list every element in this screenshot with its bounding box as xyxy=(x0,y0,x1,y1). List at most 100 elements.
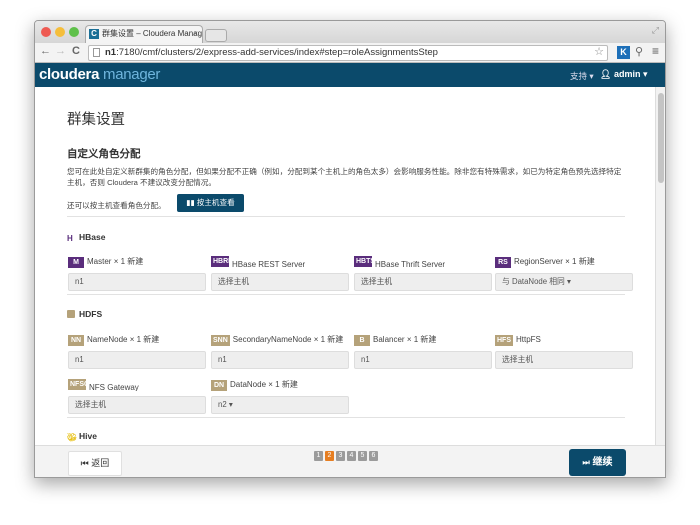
role-count: × 1 新建 xyxy=(129,335,160,344)
service-name: HBase xyxy=(79,232,106,242)
role-label: Balancer xyxy=(373,335,405,344)
maximize-window-button[interactable] xyxy=(69,27,79,37)
host-select[interactable]: 选择主机 xyxy=(354,273,492,291)
continue-label: 继续 xyxy=(592,457,613,468)
cloudera-favicon-icon: C xyxy=(89,29,99,39)
role-label: DataNode xyxy=(230,380,267,389)
role-badge: SNN xyxy=(211,335,230,346)
address-bar-row: ← → C n1:7180/cmf/clusters/2/express-add… xyxy=(35,43,665,63)
logo-text-manager: manager xyxy=(103,66,161,83)
main-content: 群集设置 自定义角色分配 您可在此处自定义新群集的角色分配，但如果分配不正确（例… xyxy=(35,87,657,445)
role-badge: NFSG xyxy=(68,379,86,390)
role-hdfs-namenode: NN NameNode × 1 新建 n1 xyxy=(68,334,206,369)
service-name: Hive xyxy=(79,431,97,441)
role-label: Master xyxy=(87,257,112,266)
browser-window: C 群集设置 – Cloudera Manag × ⤢ ← → C n1:7180/… xyxy=(34,20,666,478)
host-select[interactable]: n1 xyxy=(68,351,206,369)
logo-text-cloudera: cloudera xyxy=(39,66,100,83)
scrollbar[interactable] xyxy=(655,87,665,445)
role-hdfs-secondarynamenode: SNN SecondaryNameNode × 1 新建 n1 xyxy=(211,334,349,369)
browser-tab[interactable]: C 群集设置 – Cloudera Manag × xyxy=(85,25,203,43)
back-arrow-icon[interactable]: ← xyxy=(40,45,51,57)
user-icon: 👤︎ xyxy=(600,69,612,79)
support-menu[interactable]: 支持 ▾ xyxy=(570,70,594,82)
role-label: RegionServer xyxy=(514,257,563,266)
role-hbase-rest: HBREHBase REST Server 选择主机 xyxy=(211,256,349,291)
step-6[interactable]: 6 xyxy=(369,451,378,461)
skip-back-icon: ⏮︎ xyxy=(80,458,89,468)
minimize-window-button[interactable] xyxy=(55,27,65,37)
url-input[interactable]: n1:7180/cmf/clusters/2/express-add-servi… xyxy=(88,45,608,61)
view-by-host-label: 按主机查看 xyxy=(196,198,235,207)
top-navbar: cloudera manager 支持 ▾ 👤︎ admin ▾ xyxy=(35,63,665,87)
cloudera-manager-logo[interactable]: cloudera manager xyxy=(39,66,160,83)
host-select[interactable]: n1 xyxy=(211,351,349,369)
role-label: NameNode xyxy=(87,335,128,344)
host-select[interactable]: n2 ▾ xyxy=(211,396,349,414)
role-badge: NN xyxy=(68,335,84,346)
bookmark-star-icon[interactable]: ☆ xyxy=(594,45,604,59)
step-3[interactable]: 3 xyxy=(336,451,345,461)
reload-icon[interactable]: C xyxy=(72,45,80,57)
host-select[interactable]: 选择主机 xyxy=(495,351,633,369)
section-title: 自定义角色分配 xyxy=(67,148,141,160)
hdfs-icon xyxy=(67,310,75,318)
host-select[interactable]: 选择主机 xyxy=(68,396,206,414)
host-select[interactable]: 选择主机 xyxy=(211,273,349,291)
hbase-icon: H xyxy=(67,234,73,243)
title-bar: C 群集设置 – Cloudera Manag × ⤢ xyxy=(35,21,665,43)
k-extension-icon[interactable]: K xyxy=(617,46,630,59)
host-select[interactable]: n1 xyxy=(68,273,206,291)
hive-icon: 🐝︎ xyxy=(67,433,78,442)
host-select[interactable]: n1 xyxy=(354,351,492,369)
admin-menu[interactable]: 👤︎ admin ▾ xyxy=(600,69,647,80)
back-button[interactable]: ⏮︎ 返回 xyxy=(68,451,122,476)
role-count: × 1 新建 xyxy=(113,257,144,266)
browser-menu-icon[interactable]: ≡ xyxy=(652,44,659,58)
step-2[interactable]: 2 xyxy=(325,451,334,461)
role-count: × 1 新建 xyxy=(313,335,344,344)
skip-forward-icon: ⏭︎ xyxy=(582,458,590,467)
continue-button[interactable]: ⏭︎ 继续 xyxy=(569,449,626,476)
step-5[interactable]: 5 xyxy=(358,451,367,461)
url-path: :7180/cmf/clusters/2/express-add-service… xyxy=(116,47,438,58)
role-badge: HBTS xyxy=(354,256,372,267)
host-select[interactable]: 与 DataNode 相同 ▾ xyxy=(495,273,633,291)
role-hdfs-balancer: B Balancer × 1 新建 n1 xyxy=(354,334,492,369)
service-hdfs: HDFS xyxy=(67,309,102,319)
forward-arrow-icon[interactable]: → xyxy=(55,45,66,57)
scrollbar-thumb[interactable] xyxy=(658,93,664,183)
view-by-host-button[interactable]: ▮▮ 按主机查看 xyxy=(177,194,244,212)
role-hbase-thrift: HBTSHBase Thrift Server 选择主机 xyxy=(354,256,492,291)
role-label: NFS Gateway xyxy=(89,383,139,391)
role-count: × 1 新建 xyxy=(268,380,298,389)
role-hdfs-datanode: DN DataNode × 1 新建 n2 ▾ xyxy=(211,379,349,414)
role-badge: B xyxy=(354,335,370,346)
extension-icon[interactable]: ⚲ xyxy=(635,45,643,58)
tab-title: 群集设置 – Cloudera Manag xyxy=(102,29,203,38)
close-window-button[interactable] xyxy=(41,27,51,37)
columns-icon: ▮▮ xyxy=(186,198,195,207)
fullscreen-icon[interactable]: ⤢ xyxy=(652,25,659,36)
divider xyxy=(67,417,625,418)
role-hdfs-nfs-gateway: NFSGNFS Gateway 选择主机 xyxy=(68,379,206,414)
role-label: HBase REST Server xyxy=(232,260,306,268)
role-badge: RS xyxy=(495,257,511,268)
service-hbase: H HBase xyxy=(67,232,105,243)
description: 您可在此处自定义新群集的角色分配，但如果分配不正确（例如，分配到某个主机上的角色… xyxy=(67,167,622,187)
role-hbase-regionserver: RS RegionServer × 1 新建与 DataNode 相同 ▾ xyxy=(495,256,633,291)
role-label: SecondaryNameNode xyxy=(232,335,312,344)
close-tab-icon[interactable]: × xyxy=(193,26,198,42)
new-tab-button[interactable] xyxy=(205,29,227,42)
divider xyxy=(67,216,625,217)
role-badge: HBRE xyxy=(211,256,229,267)
role-hdfs-httpfs: HFS HttpFS 选择主机 xyxy=(495,334,633,369)
host-view-text: 还可以按主机查看角色分配。 xyxy=(67,201,166,210)
role-hbase-master: M Master × 1 新建 n1 xyxy=(68,256,206,291)
divider xyxy=(67,294,625,295)
admin-label: admin ▾ xyxy=(613,69,648,79)
step-4[interactable]: 4 xyxy=(347,451,356,461)
step-1[interactable]: 1 xyxy=(314,451,323,461)
service-hive: 🐝︎ Hive xyxy=(67,431,97,442)
role-badge: DN xyxy=(211,380,227,391)
